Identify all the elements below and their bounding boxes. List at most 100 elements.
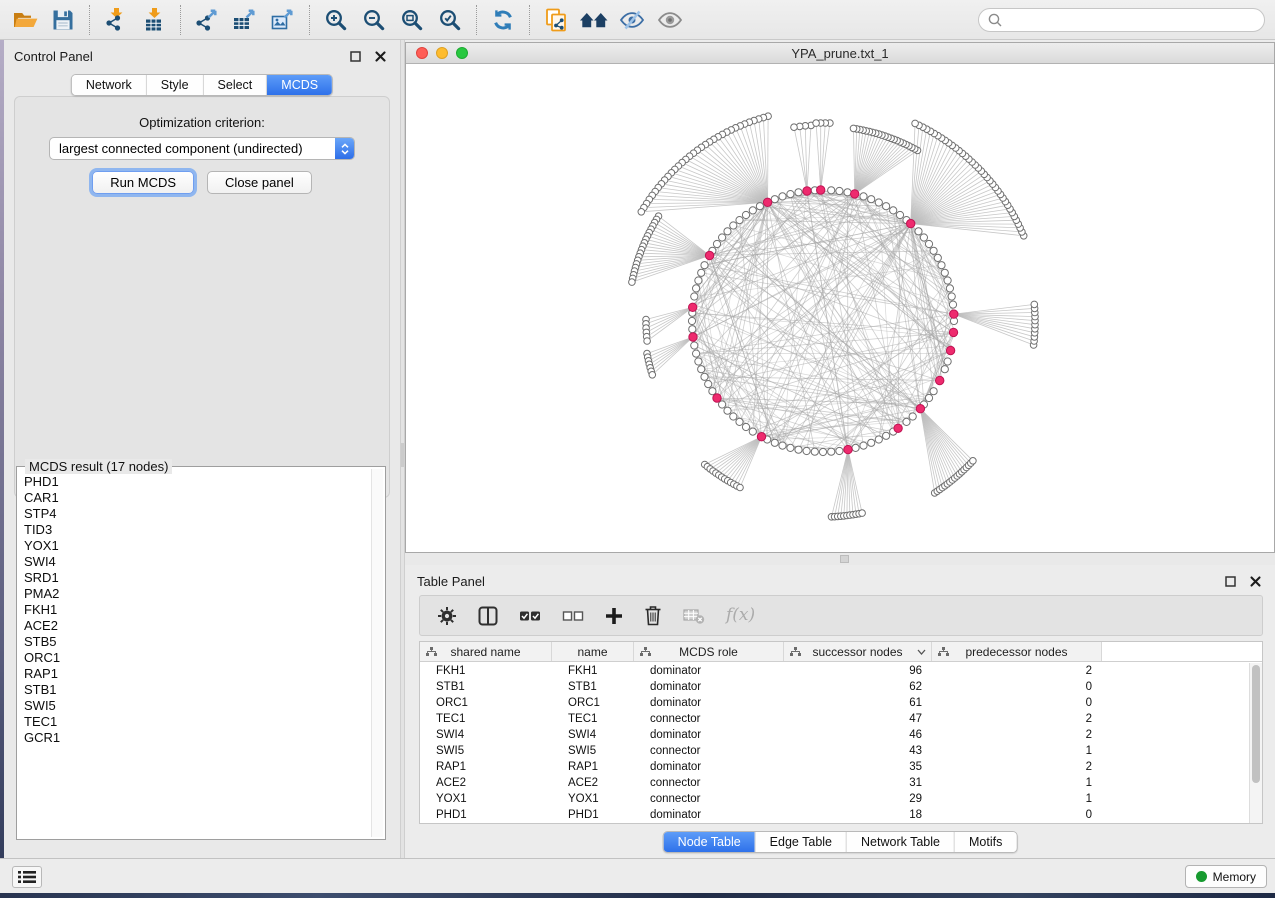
- save-session-button[interactable]: [44, 3, 82, 37]
- cell-mcds-role[interactable]: connector: [634, 793, 784, 805]
- zoom-out-button[interactable]: [355, 3, 393, 37]
- table-row[interactable]: RAP1RAP1dominator352: [420, 759, 1249, 775]
- cell-successor-nodes[interactable]: 18: [784, 809, 932, 821]
- cell-shared-name[interactable]: PHD1: [420, 809, 552, 821]
- automation-panel-button[interactable]: [12, 866, 42, 888]
- search-box[interactable]: [978, 8, 1265, 32]
- select-all-button[interactable]: [519, 608, 541, 624]
- export-network-button[interactable]: [188, 3, 226, 37]
- cell-mcds-role[interactable]: connector: [634, 777, 784, 789]
- mcds-result-item[interactable]: GCR1: [24, 730, 367, 746]
- cell-successor-nodes[interactable]: 61: [784, 697, 932, 709]
- cell-mcds-role[interactable]: dominator: [634, 729, 784, 741]
- import-network-button[interactable]: [97, 3, 135, 37]
- mcds-result-item[interactable]: RAP1: [24, 666, 367, 682]
- cell-shared-name[interactable]: SWI5: [420, 745, 552, 757]
- cell-shared-name[interactable]: ACE2: [420, 777, 552, 789]
- tab-select[interactable]: Select: [203, 75, 267, 95]
- mcds-result-item[interactable]: TID3: [24, 522, 367, 538]
- network-canvas[interactable]: [406, 64, 1274, 552]
- cell-mcds-role[interactable]: connector: [634, 713, 784, 725]
- table-scrollbar-thumb[interactable]: [1252, 665, 1260, 783]
- criterion-select[interactable]: largest connected component (undirected): [49, 137, 355, 160]
- column-header-mcds-role[interactable]: MCDS role: [634, 642, 784, 661]
- search-input[interactable]: [1008, 13, 1255, 27]
- table-row[interactable]: SWI5SWI5connector431: [420, 743, 1249, 759]
- columns-button[interactable]: [478, 606, 498, 626]
- cell-shared-name[interactable]: STB1: [420, 681, 552, 693]
- table-tab-motifs[interactable]: Motifs: [954, 832, 1016, 852]
- cell-predecessor-nodes[interactable]: 0: [932, 809, 1102, 821]
- delete-button[interactable]: [644, 605, 662, 626]
- network-window-titlebar[interactable]: YPA_prune.txt_1: [406, 43, 1274, 64]
- window-minimize-button[interactable]: [436, 47, 448, 59]
- mcds-result-item[interactable]: SWI5: [24, 698, 367, 714]
- cell-mcds-role[interactable]: dominator: [634, 761, 784, 773]
- column-header-name[interactable]: name: [552, 642, 634, 661]
- table-row[interactable]: FKH1FKH1dominator962: [420, 663, 1249, 679]
- cell-shared-name[interactable]: TEC1: [420, 713, 552, 725]
- export-table-button[interactable]: [226, 3, 264, 37]
- table-panel-close-button[interactable]: [1248, 574, 1263, 589]
- window-maximize-button[interactable]: [456, 47, 468, 59]
- mcds-result-item[interactable]: YOX1: [24, 538, 367, 554]
- mcds-result-item[interactable]: CAR1: [24, 490, 367, 506]
- cell-mcds-role[interactable]: dominator: [634, 665, 784, 677]
- refresh-view-button[interactable]: [484, 3, 522, 37]
- cell-predecessor-nodes[interactable]: 1: [932, 745, 1102, 757]
- cell-shared-name[interactable]: SWI4: [420, 729, 552, 741]
- tab-mcds[interactable]: MCDS: [266, 75, 332, 95]
- zoom-selected-button[interactable]: [431, 3, 469, 37]
- hide-selected-button[interactable]: [613, 3, 651, 37]
- mcds-result-item[interactable]: PMA2: [24, 586, 367, 602]
- table-tab-node-table[interactable]: Node Table: [664, 832, 755, 852]
- close-panel-button[interactable]: Close panel: [207, 171, 312, 194]
- mcds-result-scrollbar[interactable]: [371, 469, 383, 837]
- graph-edges[interactable]: [692, 190, 954, 452]
- cell-successor-nodes[interactable]: 96: [784, 665, 932, 677]
- table-scrollbar[interactable]: [1249, 663, 1262, 823]
- cell-shared-name[interactable]: YOX1: [420, 793, 552, 805]
- cell-name[interactable]: ORC1: [552, 697, 634, 709]
- table-row[interactable]: ORC1ORC1dominator610: [420, 695, 1249, 711]
- mcds-result-item[interactable]: STP4: [24, 506, 367, 522]
- table-row[interactable]: SWI4SWI4dominator462: [420, 727, 1249, 743]
- mcds-result-item[interactable]: SRD1: [24, 570, 367, 586]
- mcds-result-item[interactable]: ACE2: [24, 618, 367, 634]
- cell-predecessor-nodes[interactable]: 0: [932, 697, 1102, 709]
- cell-successor-nodes[interactable]: 31: [784, 777, 932, 789]
- table-row[interactable]: STB1STB1dominator620: [420, 679, 1249, 695]
- splitter-grip[interactable]: [401, 443, 404, 467]
- cell-predecessor-nodes[interactable]: 2: [932, 713, 1102, 725]
- mcds-result-item[interactable]: STB1: [24, 682, 367, 698]
- mcds-result-item[interactable]: ORC1: [24, 650, 367, 666]
- cell-name[interactable]: SWI5: [552, 745, 634, 757]
- cell-mcds-role[interactable]: connector: [634, 745, 784, 757]
- table-row[interactable]: TEC1TEC1connector472: [420, 711, 1249, 727]
- cell-name[interactable]: STB1: [552, 681, 634, 693]
- table-tab-edge-table[interactable]: Edge Table: [755, 832, 846, 852]
- cell-successor-nodes[interactable]: 47: [784, 713, 932, 725]
- cell-predecessor-nodes[interactable]: 2: [932, 729, 1102, 741]
- cell-successor-nodes[interactable]: 46: [784, 729, 932, 741]
- mcds-result-item[interactable]: FKH1: [24, 602, 367, 618]
- memory-button[interactable]: Memory: [1185, 865, 1267, 888]
- column-header-successor-nodes[interactable]: successor nodes: [784, 642, 932, 661]
- first-neighbors-button[interactable]: [575, 3, 613, 37]
- cell-shared-name[interactable]: RAP1: [420, 761, 552, 773]
- control-panel-float-button[interactable]: [348, 49, 363, 64]
- cell-name[interactable]: YOX1: [552, 793, 634, 805]
- cell-predecessor-nodes[interactable]: 1: [932, 793, 1102, 805]
- cell-mcds-role[interactable]: dominator: [634, 681, 784, 693]
- mcds-result-item[interactable]: SWI4: [24, 554, 367, 570]
- cell-predecessor-nodes[interactable]: 2: [932, 665, 1102, 677]
- cell-predecessor-nodes[interactable]: 2: [932, 761, 1102, 773]
- cell-name[interactable]: ACE2: [552, 777, 634, 789]
- cell-shared-name[interactable]: FKH1: [420, 665, 552, 677]
- column-header-predecessor-nodes[interactable]: predecessor nodes: [932, 642, 1102, 661]
- cell-successor-nodes[interactable]: 43: [784, 745, 932, 757]
- cell-predecessor-nodes[interactable]: 1: [932, 777, 1102, 789]
- deselect-all-button[interactable]: [562, 608, 584, 624]
- open-session-button[interactable]: [6, 3, 44, 37]
- network-graph[interactable]: [406, 64, 1274, 552]
